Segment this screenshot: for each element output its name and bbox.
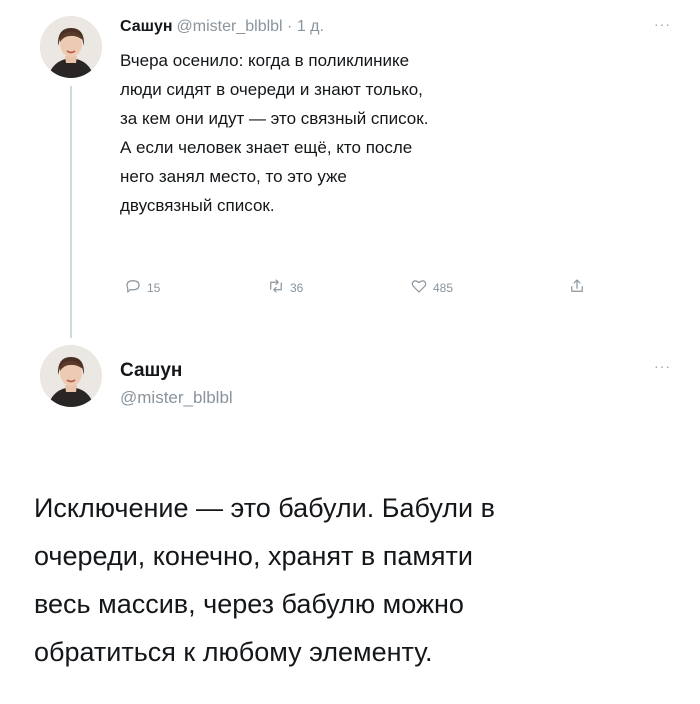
- tweet-text-line: весь массив, через бабулю можно: [34, 589, 464, 619]
- tweet-text-line: двусвязный список.: [120, 196, 275, 215]
- tweet-text: Исключение — это бабули. Бабули в очеред…: [34, 484, 684, 676]
- tweet-text-line: Исключение — это бабули. Бабули в: [34, 493, 495, 523]
- tweet-header: Сашун @mister_blblbl · 1 д.: [120, 18, 324, 36]
- tweet-text-line: очереди, конечно, хранят в памяти: [34, 541, 473, 571]
- retweet-count: 36: [290, 280, 304, 295]
- tweet-actions-bar: 15 36 485: [120, 277, 600, 301]
- tweet-text-line: А если человек знает ещё, кто после: [120, 138, 413, 157]
- share-icon: [568, 277, 586, 298]
- author-name[interactable]: Сашун: [120, 360, 182, 382]
- author-handle-and-time[interactable]: @mister_blblbl · 1 д.: [177, 18, 324, 35]
- thread-connector-line: [70, 86, 72, 338]
- retweet-button[interactable]: 36: [267, 277, 303, 298]
- tweet-text-line: обратиться к любому элементу.: [34, 637, 433, 667]
- reply-icon: [124, 277, 142, 298]
- heart-icon: [410, 277, 428, 298]
- reply-count: 15: [147, 280, 161, 295]
- retweet-icon: [267, 277, 285, 298]
- like-button[interactable]: 485: [410, 277, 453, 298]
- share-button[interactable]: [568, 277, 586, 298]
- tweet-text-line: за кем они идут — это связный список.: [120, 109, 429, 128]
- like-count: 485: [433, 280, 454, 295]
- author-avatar[interactable]: [40, 345, 102, 407]
- more-options-button[interactable]: ···: [654, 16, 671, 32]
- tweet-text-line: Вчера осенило: когда в поликлинике: [120, 51, 410, 70]
- author-handle[interactable]: @mister_blblbl: [120, 388, 233, 408]
- reply-button[interactable]: 15: [124, 277, 160, 298]
- tweet-text-line: люди сидят в очереди и знают только,: [120, 80, 423, 99]
- author-name[interactable]: Сашун: [120, 18, 173, 35]
- author-avatar[interactable]: [40, 16, 102, 78]
- tweet-text: Вчера осенило: когда в поликлинике люди …: [120, 46, 680, 220]
- tweet-text-line: него занял место, то это уже: [120, 167, 347, 186]
- more-options-button[interactable]: ···: [654, 358, 671, 374]
